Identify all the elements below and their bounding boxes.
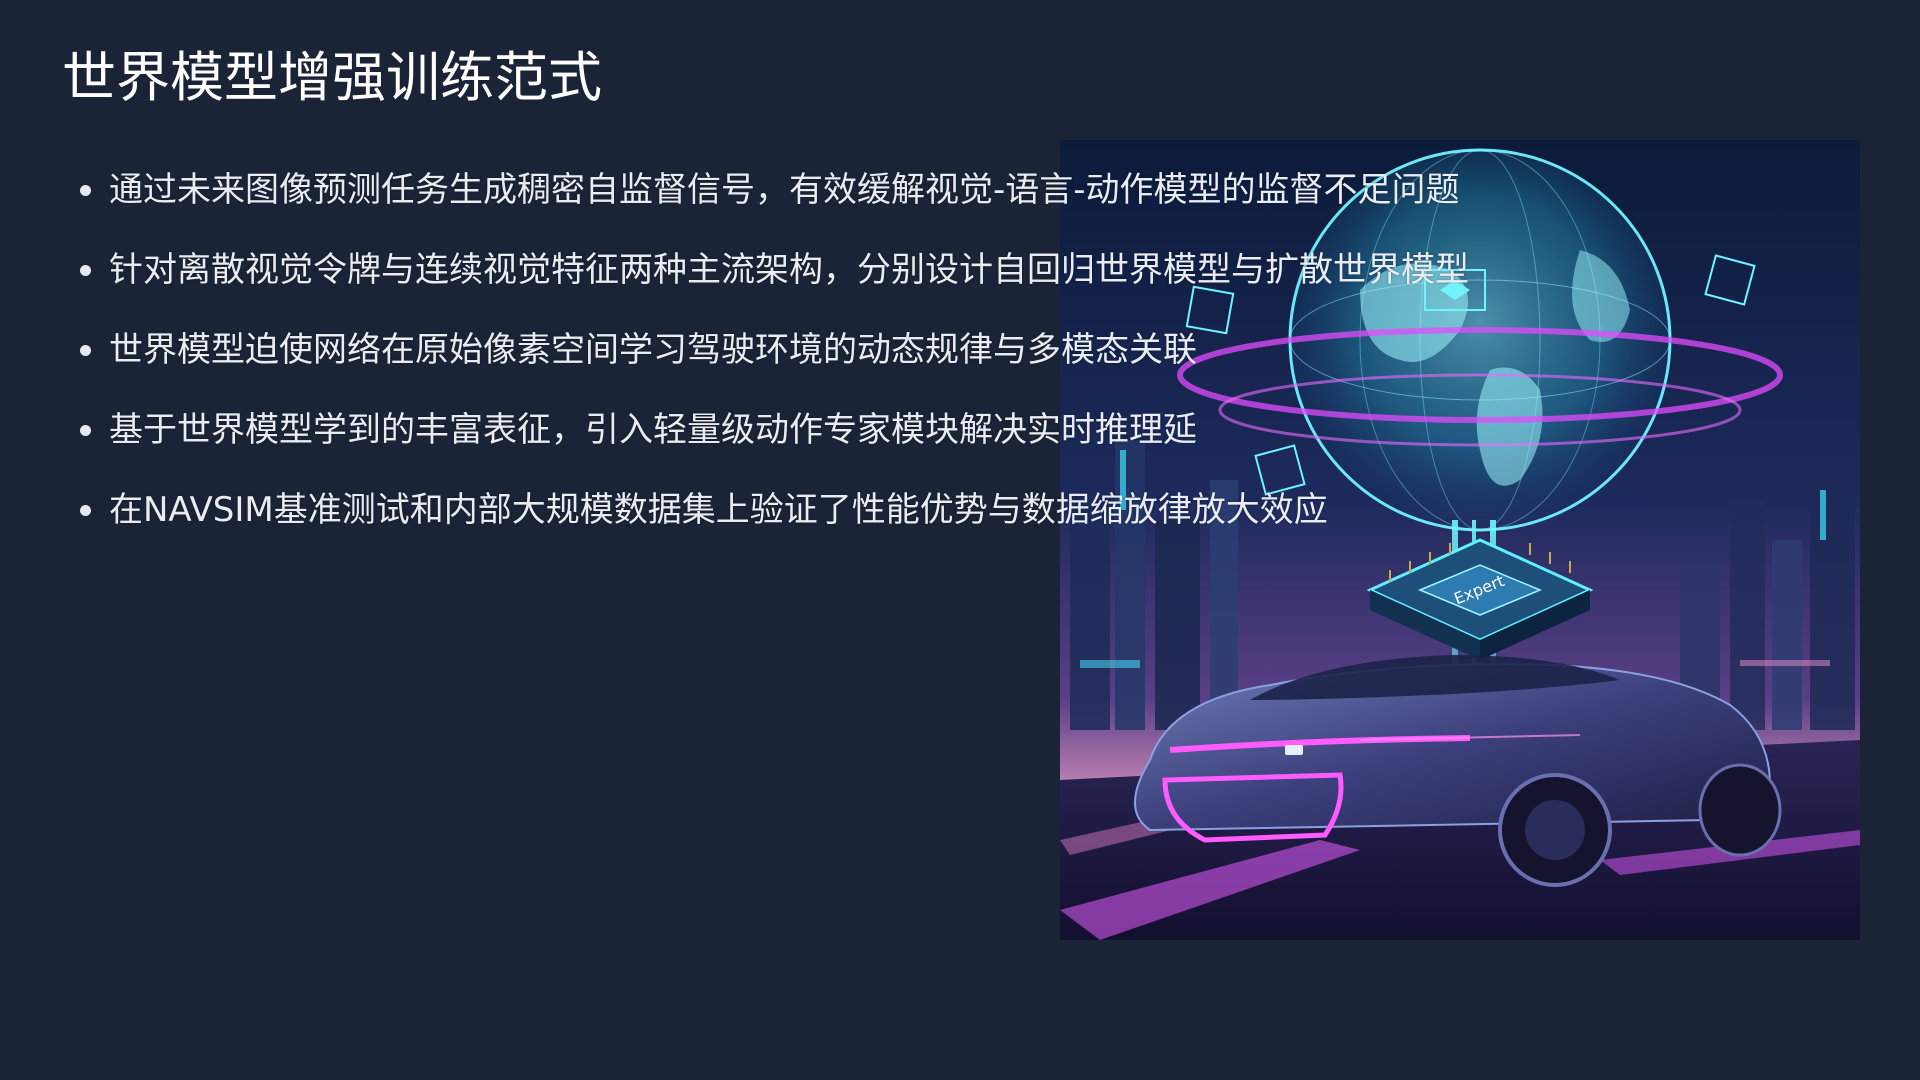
bullet-dot bbox=[80, 344, 91, 356]
bullet-dot bbox=[80, 184, 91, 196]
slide: 世界模型增强训练范式 Expert 通过未来图像预测任务生成稠密自监督信号，有效… bbox=[0, 0, 1920, 1080]
bullet-text: 针对离散视觉令牌与连续视觉特征两种主流架构，分别设计自回归世界模型与扩散世界模型 bbox=[109, 250, 1469, 290]
bullet-item: 世界模型迫使网络在原始像素空间学习驾驶环境的动态规律与多模态关联 bbox=[80, 310, 1469, 390]
bullet-text: 基于世界模型学到的丰富表征，引入轻量级动作专家模块解决实时推理延 bbox=[109, 410, 1197, 450]
bullet-list: 通过未来图像预测任务生成稠密自监督信号，有效缓解视觉-语言-动作模型的监督不足问… bbox=[80, 150, 1469, 550]
bullet-item: 基于世界模型学到的丰富表征，引入轻量级动作专家模块解决实时推理延 bbox=[80, 390, 1469, 470]
slide-title: 世界模型增强训练范式 bbox=[62, 46, 602, 109]
bullet-text: 在NAVSIM基准测试和内部大规模数据集上验证了性能优势与数据缩放律放大效应 bbox=[109, 490, 1328, 530]
bullet-item: 在NAVSIM基准测试和内部大规模数据集上验证了性能优势与数据缩放律放大效应 bbox=[80, 470, 1469, 550]
bullet-text: 通过未来图像预测任务生成稠密自监督信号，有效缓解视觉-语言-动作模型的监督不足问… bbox=[109, 170, 1460, 210]
bullet-dot bbox=[80, 424, 91, 436]
bullet-item: 针对离散视觉令牌与连续视觉特征两种主流架构，分别设计自回归世界模型与扩散世界模型 bbox=[80, 230, 1469, 310]
bullet-dot bbox=[80, 264, 91, 276]
bullet-text: 世界模型迫使网络在原始像素空间学习驾驶环境的动态规律与多模态关联 bbox=[109, 330, 1197, 370]
bullet-item: 通过未来图像预测任务生成稠密自监督信号，有效缓解视觉-语言-动作模型的监督不足问… bbox=[80, 150, 1469, 230]
bullet-dot bbox=[80, 504, 91, 516]
